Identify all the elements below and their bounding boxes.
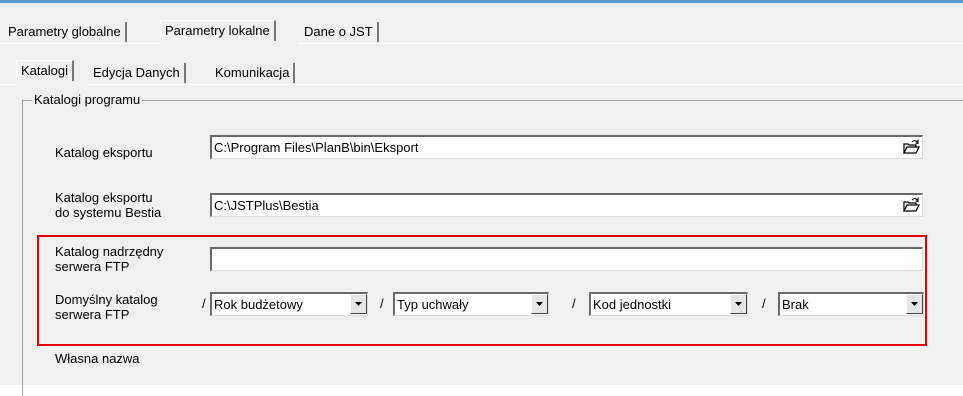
label-line: do systemu Bestia bbox=[55, 205, 162, 220]
tab-parametry-lokalne[interactable]: Parametry lokalne bbox=[160, 20, 276, 41]
tab-parametry-globalne[interactable]: Parametry globalne bbox=[4, 22, 127, 42]
bestia-catalog-label: Katalog eksportu do systemu Bestia bbox=[55, 190, 161, 220]
highlight-box bbox=[37, 235, 927, 346]
tab-label: Dane o JST bbox=[304, 24, 373, 39]
open-folder-icon[interactable] bbox=[902, 138, 920, 156]
tab-label: Edycja Danych bbox=[93, 65, 180, 80]
bestia-catalog-value: C:\JSTPlus\Bestia bbox=[214, 198, 319, 213]
tab-strip-line bbox=[0, 84, 16, 85]
tab-label: Parametry lokalne bbox=[165, 23, 270, 38]
tab-label: Komunikacja bbox=[215, 65, 290, 80]
export-catalog-value: C:\Program Files\PlanB\bin\Eksport bbox=[214, 140, 419, 155]
tab-strip-line bbox=[89, 84, 963, 85]
export-catalog-label: Katalog eksportu bbox=[55, 145, 153, 160]
tab-katalogi[interactable]: Katalogi bbox=[16, 60, 74, 81]
open-folder-icon[interactable] bbox=[902, 196, 920, 214]
tab-label: Katalogi bbox=[21, 63, 68, 78]
tab-strip-line bbox=[298, 43, 963, 44]
tab-komunikacja[interactable]: Komunikacja bbox=[211, 63, 296, 83]
tab-strip-line bbox=[0, 43, 160, 44]
label-line: Katalog eksportu bbox=[55, 190, 153, 205]
tab-dane-o-jst[interactable]: Dane o JST bbox=[300, 22, 379, 42]
tab-edycja-danych[interactable]: Edycja Danych bbox=[89, 63, 186, 83]
own-name-label: Własna nazwa bbox=[55, 351, 140, 366]
export-catalog-field[interactable]: C:\Program Files\PlanB\bin\Eksport bbox=[210, 135, 923, 159]
bestia-catalog-field[interactable]: C:\JSTPlus\Bestia bbox=[210, 193, 923, 217]
tab-label: Parametry globalne bbox=[8, 24, 121, 39]
group-title: Katalogi programu bbox=[32, 92, 143, 107]
